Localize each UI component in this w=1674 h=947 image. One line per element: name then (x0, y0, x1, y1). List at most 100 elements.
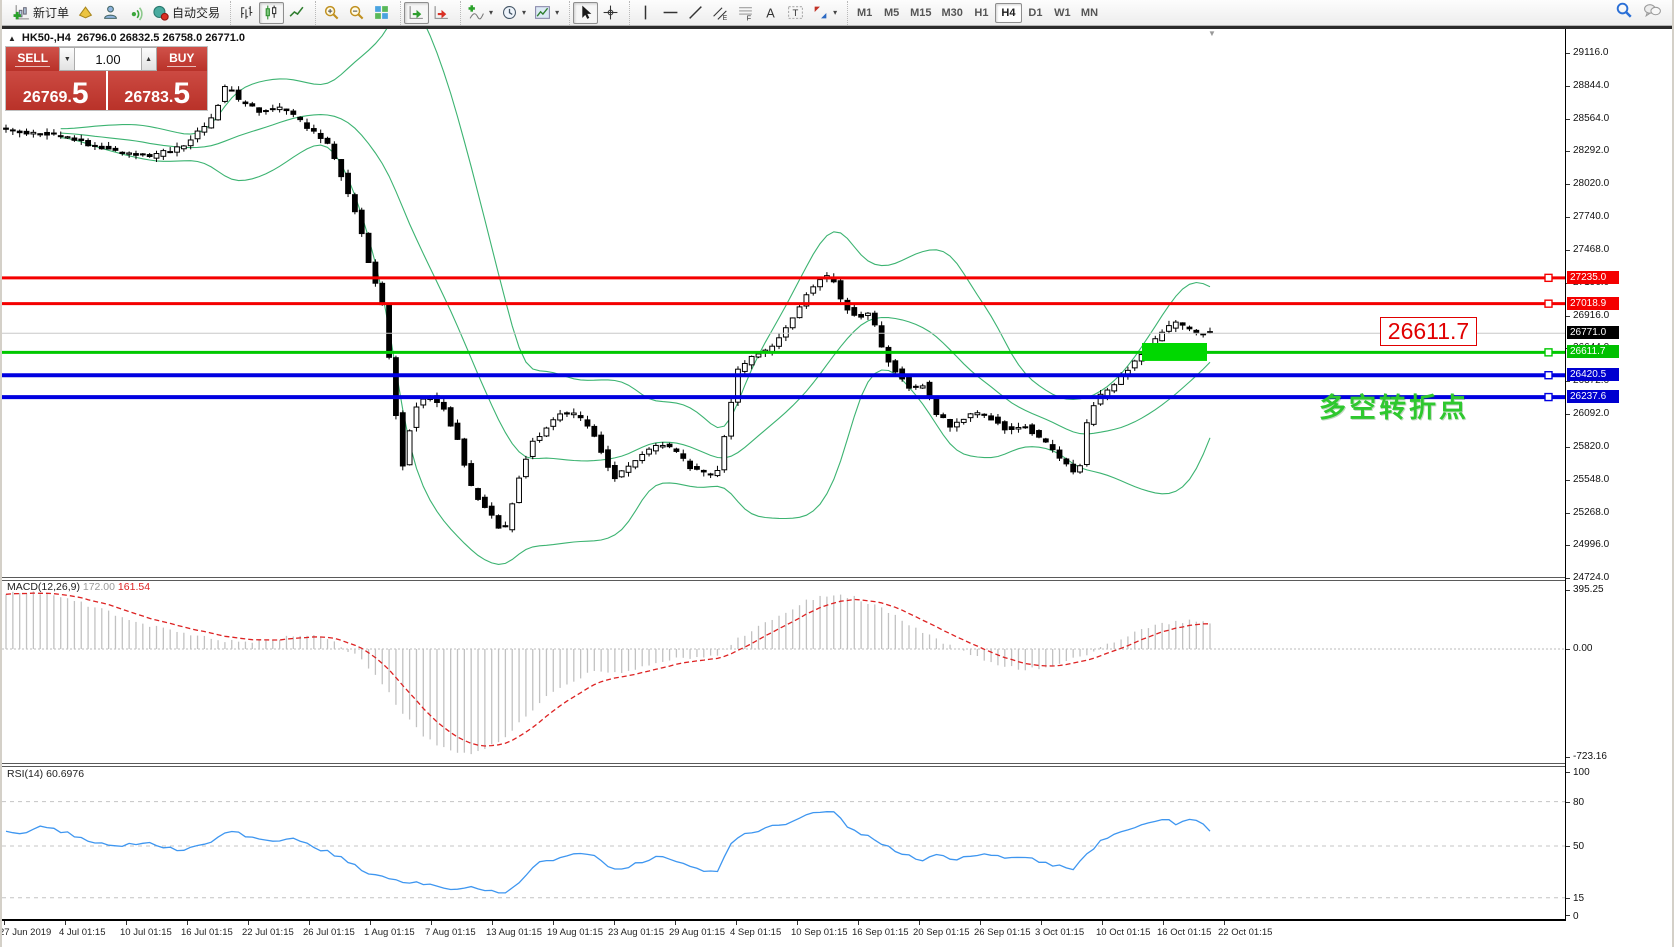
zoom-out-button[interactable] (344, 2, 369, 24)
level-line-handle[interactable] (1545, 372, 1552, 379)
level-line-handle[interactable] (1545, 349, 1552, 356)
time-tick-mark (736, 921, 737, 925)
new-order-label: 新订单 (33, 4, 69, 21)
candle-body (134, 154, 139, 156)
channel-button[interactable]: E (708, 2, 733, 24)
macd-tick-mark (1566, 757, 1570, 758)
timeframe-w1[interactable]: W1 (1049, 3, 1076, 23)
candlestick-chart-button[interactable] (259, 2, 284, 24)
crosshair-button[interactable] (598, 2, 623, 24)
level-price-annotation[interactable]: 26611.7 (1380, 317, 1477, 346)
dropdown-caret-icon[interactable]: ▾ (555, 8, 559, 17)
arrows-button[interactable]: ▾ (808, 2, 841, 24)
one-click-trading-panel: SELL ▼ 1.00 ▲ BUY 26769.5 26783.5 (5, 46, 208, 111)
time-tick-mark (126, 921, 127, 925)
volume-decrease-button[interactable]: ▼ (59, 47, 75, 71)
rsi-tick-mark (1566, 915, 1570, 916)
templates-button[interactable]: ▾ (530, 2, 563, 24)
timeframe-d1[interactable]: D1 (1022, 3, 1049, 23)
candle-body (441, 402, 446, 409)
sell-price[interactable]: 26769.5 (6, 71, 106, 110)
timeframe-m30[interactable]: M30 (937, 3, 968, 23)
trendline-button[interactable] (683, 2, 708, 24)
buy-button[interactable]: BUY (157, 47, 207, 71)
label-button[interactable]: T (783, 2, 808, 24)
periods-button[interactable]: ▾ (497, 2, 530, 24)
timeframe-m1[interactable]: M1 (851, 3, 878, 23)
dropdown-caret-icon[interactable]: ▾ (489, 8, 493, 17)
candle-body (318, 133, 323, 138)
candle-body (510, 504, 515, 530)
candle-body (1119, 376, 1124, 384)
text-button[interactable]: A (758, 2, 783, 24)
candle-body (1180, 323, 1185, 325)
timeframe-m5[interactable]: M5 (878, 3, 905, 23)
line-chart-button[interactable] (284, 2, 309, 24)
candle-body (250, 104, 255, 106)
chat-icon[interactable] (1643, 2, 1662, 24)
new-order-button[interactable]: 新订单 (9, 2, 73, 24)
candle-body (1016, 427, 1021, 429)
dropdown-caret-icon[interactable]: ▾ (833, 8, 837, 17)
dropdown-caret-icon[interactable]: ▾ (522, 8, 526, 17)
indicators-button[interactable]: ▾ (464, 2, 497, 24)
candle-body (24, 131, 29, 134)
timeframe-h4[interactable]: H4 (995, 3, 1022, 23)
rsi-value: 60.6976 (46, 768, 84, 780)
price-tick-label: 24996.0 (1573, 539, 1609, 550)
time-tick-label: 7 Aug 01:15 (425, 927, 476, 938)
bar-chart-button[interactable] (234, 2, 259, 24)
candlestick-chart-icon (263, 4, 280, 21)
vertical-line-button[interactable] (633, 2, 658, 24)
buy-button-label: BUY (167, 51, 196, 67)
price-tick-label: 27468.0 (1573, 244, 1609, 255)
timeframe-mn[interactable]: MN (1076, 3, 1103, 23)
timeframe-m15[interactable]: M15 (905, 3, 936, 23)
search-icon[interactable] (1615, 1, 1633, 24)
time-axis[interactable]: 27 Jun 20194 Jul 01:1510 Jul 01:1516 Jul… (2, 921, 1674, 947)
macd-label: MACD(12,26,9) 172.00 161.54 (7, 581, 150, 593)
macd-tick-label: 395.25 (1573, 584, 1604, 595)
level-line-handle[interactable] (1545, 300, 1552, 307)
buy-price[interactable]: 26783.5 (108, 71, 208, 110)
candle-body (777, 338, 782, 347)
candle-body (695, 467, 700, 470)
macd-pane-separator[interactable] (2, 577, 1565, 581)
horizontal-line-button[interactable] (658, 2, 683, 24)
rsi-pane-separator[interactable] (2, 763, 1565, 767)
fibonacci-button[interactable]: F (733, 2, 758, 24)
zoom-in-button[interactable] (319, 2, 344, 24)
trendline-icon (687, 4, 704, 21)
level-line-handle[interactable] (1545, 274, 1552, 281)
volume-input[interactable]: 1.00 (75, 47, 140, 71)
candle-body (1132, 361, 1137, 368)
chart-canvas[interactable] (2, 0, 1674, 947)
market-watch-button[interactable] (98, 2, 123, 24)
autotrading-button[interactable]: 自动交易 (148, 2, 224, 24)
signals-button[interactable] (123, 2, 148, 24)
turning-point-annotation[interactable]: 多空转折点 (1319, 386, 1469, 425)
price-axis[interactable]: 29116.028844.028564.028292.028020.027740… (1565, 29, 1674, 921)
level-line-handle[interactable] (1545, 394, 1552, 401)
volume-increase-button[interactable]: ▲ (141, 47, 157, 71)
level-price-tag: 26237.6 (1567, 390, 1619, 403)
autotrading-icon (152, 4, 169, 21)
timeframe-h1[interactable]: H1 (968, 3, 995, 23)
candle-body (236, 90, 241, 99)
tile-windows-button[interactable] (369, 2, 394, 24)
collapse-panel-icon[interactable]: ▲ (8, 34, 16, 43)
candle-body (920, 386, 925, 388)
channel-icon: E (712, 4, 729, 21)
candle-body (996, 417, 1001, 423)
chart-shift-button[interactable] (429, 2, 454, 24)
price-tick-label: 26916.0 (1573, 310, 1609, 321)
candle-body (209, 118, 214, 128)
sell-button[interactable]: SELL (6, 47, 59, 71)
highlight-rectangle[interactable] (1142, 343, 1207, 361)
zoom-out-icon (348, 4, 365, 21)
quotes-button[interactable] (73, 2, 98, 24)
auto-scroll-button[interactable] (404, 2, 429, 24)
time-tick-mark (1163, 921, 1164, 925)
cursor-button[interactable] (573, 2, 598, 24)
candle-body (770, 346, 775, 351)
